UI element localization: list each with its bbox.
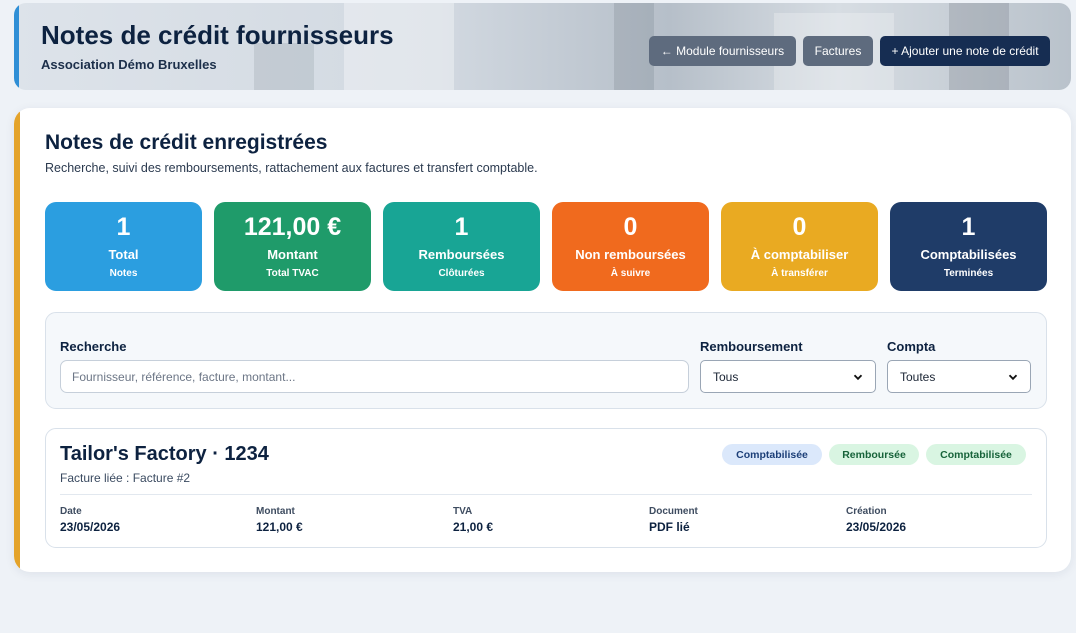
stat-value: 1	[454, 213, 469, 241]
add-credit-note-button[interactable]: + Ajouter une note de crédit	[880, 36, 1050, 66]
section-description: Recherche, suivi des remboursements, rat…	[45, 161, 538, 175]
stat-label: Total	[108, 247, 139, 262]
linked-invoice: Facture liée : Facture #2	[60, 471, 191, 485]
creation-label: Création	[846, 506, 887, 517]
stat-sublabel: Total TVAC	[266, 268, 319, 279]
stat-sublabel: À suivre	[610, 268, 651, 279]
credit-notes-card: Notes de crédit enregistrées Recherche, …	[14, 108, 1071, 572]
stat-sublabel: Terminées	[943, 268, 994, 279]
stat-label: À comptabiliser	[750, 247, 849, 262]
document-link[interactable]: PDF lié	[649, 520, 690, 534]
page-title: Notes de crédit fournisseurs	[41, 20, 394, 50]
vat-value: 21,00 €	[453, 520, 494, 534]
stat-sublabel: Clôturées	[438, 268, 485, 279]
chevron-down-icon	[853, 374, 863, 380]
stat-card-reimbursed: 1 Remboursées Clôturées	[383, 202, 540, 291]
stat-value: 0	[792, 213, 807, 241]
header-accent	[14, 3, 19, 90]
stat-label: Comptabilisées	[920, 247, 1017, 262]
page-header: Notes de crédit fournisseurs Association…	[14, 3, 1071, 90]
stat-value: 0	[623, 213, 638, 241]
stat-card-to-account: 0 À comptabiliser À transférer	[721, 202, 878, 291]
search-input[interactable]: Fournisseur, référence, facture, montant…	[60, 360, 689, 393]
stat-label: Non remboursées	[575, 247, 686, 262]
section-title: Notes de crédit enregistrées	[45, 131, 328, 154]
accounting-label: Compta	[887, 339, 936, 354]
amount-value: 121,00 €	[256, 520, 303, 534]
stat-sublabel: À transférer	[771, 268, 828, 279]
stat-value: 1	[116, 213, 131, 241]
card-accent	[14, 108, 20, 572]
vat-label: TVA	[453, 506, 473, 517]
document-label: Document	[649, 506, 698, 517]
suppliers-module-button[interactable]: ← Module fournisseurs	[649, 36, 796, 66]
invoices-button[interactable]: Factures	[803, 36, 873, 66]
search-label: Recherche	[60, 339, 127, 354]
stat-card-accounted: 1 Comptabilisées Terminées	[890, 202, 1047, 291]
stat-value: 121,00 €	[243, 213, 342, 241]
stat-label: Montant	[267, 247, 318, 262]
stat-sublabel: Notes	[109, 268, 138, 279]
credit-note-title: Tailor's Factory · 1234	[60, 443, 269, 465]
reimbursement-label: Remboursement	[700, 339, 803, 354]
creation-value: 23/05/2026	[846, 520, 907, 534]
status-badge-accounted: Comptabilisée	[926, 444, 1026, 465]
record-divider	[60, 494, 1032, 495]
filter-panel: Recherche Fournisseur, référence, factur…	[45, 312, 1047, 409]
date-label: Date	[60, 506, 82, 517]
stat-value: 1	[961, 213, 976, 241]
stat-card-amount: 121,00 € Montant Total TVAC	[214, 202, 371, 291]
accounting-select[interactable]: Toutes	[887, 360, 1031, 393]
stat-card-not-reimbursed: 0 Non remboursées À suivre	[552, 202, 709, 291]
stat-label: Remboursées	[418, 247, 505, 262]
status-badge-accounted: Comptabilisée	[722, 444, 822, 465]
date-value: 23/05/2026	[60, 520, 121, 534]
accounting-selected-value: Toutes	[900, 369, 936, 384]
header-background-shape	[614, 3, 654, 90]
credit-note-item[interactable]: Tailor's Factory · 1234 Facture liée : F…	[45, 428, 1047, 548]
amount-label: Montant	[256, 506, 295, 517]
reimbursement-selected-value: Tous	[713, 369, 739, 384]
stat-card-total: 1 Total Notes	[45, 202, 202, 291]
chevron-down-icon	[1008, 374, 1018, 380]
reimbursement-select[interactable]: Tous	[700, 360, 876, 393]
status-badge-reimbursed: Remboursée	[829, 444, 919, 465]
organization-name: Association Démo Bruxelles	[41, 57, 217, 72]
